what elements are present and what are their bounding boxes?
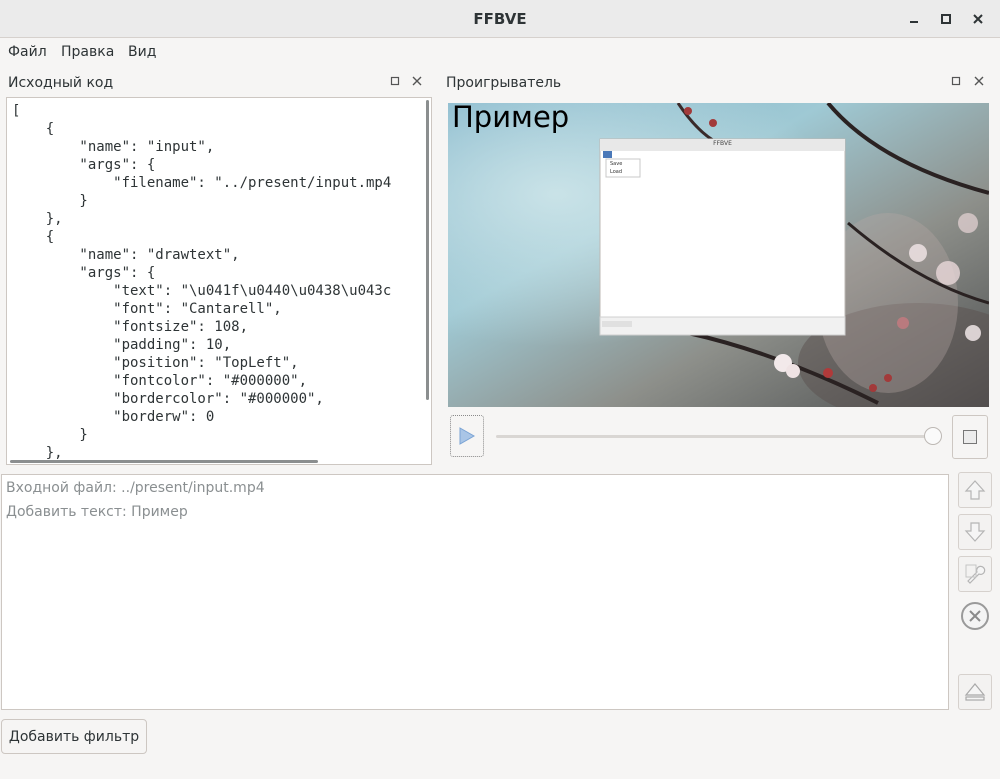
close-icon — [412, 76, 422, 86]
stop-icon — [963, 430, 977, 444]
window-title: FFBVE — [473, 10, 527, 28]
stop-button[interactable] — [952, 415, 988, 459]
window-titlebar: FFBVE — [0, 0, 1000, 38]
inner-menu-load: Load — [610, 169, 622, 175]
cancel-circle-icon — [961, 602, 989, 630]
close-button[interactable] — [968, 9, 988, 29]
maximize-button[interactable] — [936, 9, 956, 29]
code-horizontal-scrollbar[interactable] — [10, 460, 318, 463]
inner-window-title: FFBVE — [713, 140, 732, 147]
menubar: Файл Правка Вид — [0, 38, 1000, 67]
menu-file[interactable]: Файл — [8, 38, 47, 67]
eject-icon — [964, 683, 986, 701]
menu-edit[interactable]: Правка — [61, 38, 114, 67]
menu-view[interactable]: Вид — [128, 38, 156, 67]
playback-slider-handle[interactable] — [924, 427, 942, 445]
inner-menu-save: Save — [610, 161, 623, 167]
close-icon — [973, 14, 983, 24]
float-icon — [390, 76, 400, 86]
play-button[interactable] — [450, 415, 484, 457]
playback-slider[interactable] — [496, 435, 934, 438]
code-editor[interactable]: [ { "name": "input", "args": { "filename… — [6, 97, 432, 465]
player-panel-close-button[interactable] — [972, 74, 986, 88]
source-panel-float-button[interactable] — [388, 74, 402, 88]
video-frame-image — [448, 103, 989, 407]
eject-button[interactable] — [958, 674, 992, 710]
video-preview[interactable]: Пример FFBVE Save Load — [448, 103, 989, 407]
arrow-up-icon — [964, 480, 986, 500]
move-down-button[interactable] — [958, 514, 992, 550]
filter-item-input[interactable]: Входной файл: ../present/input.mp4 — [6, 480, 265, 496]
code-text[interactable]: [ { "name": "input", "args": { "filename… — [12, 102, 391, 462]
player-panel-float-button[interactable] — [949, 74, 963, 88]
remove-filter-button[interactable] — [958, 598, 992, 634]
filter-item-drawtext[interactable]: Добавить текст: Пример — [6, 504, 188, 520]
edit-filter-button[interactable] — [958, 556, 992, 592]
minimize-button[interactable] — [904, 9, 924, 29]
close-icon — [974, 76, 984, 86]
filter-list[interactable]: Входной файл: ../present/input.mp4 Добав… — [1, 474, 949, 710]
maximize-icon — [941, 14, 951, 24]
source-panel-title: Исходный код — [8, 75, 114, 91]
wrench-icon — [965, 564, 986, 584]
minimize-icon — [910, 21, 918, 23]
add-filter-button[interactable]: Добавить фильтр — [1, 719, 147, 754]
float-icon — [951, 76, 961, 86]
player-panel-title: Проигрыватель — [446, 75, 562, 91]
source-panel-close-button[interactable] — [410, 74, 424, 88]
arrow-down-icon — [964, 522, 986, 542]
code-vertical-scrollbar[interactable] — [426, 100, 429, 400]
play-icon — [459, 427, 476, 445]
move-up-button[interactable] — [958, 472, 992, 508]
video-overlay-text: Пример — [452, 103, 570, 134]
